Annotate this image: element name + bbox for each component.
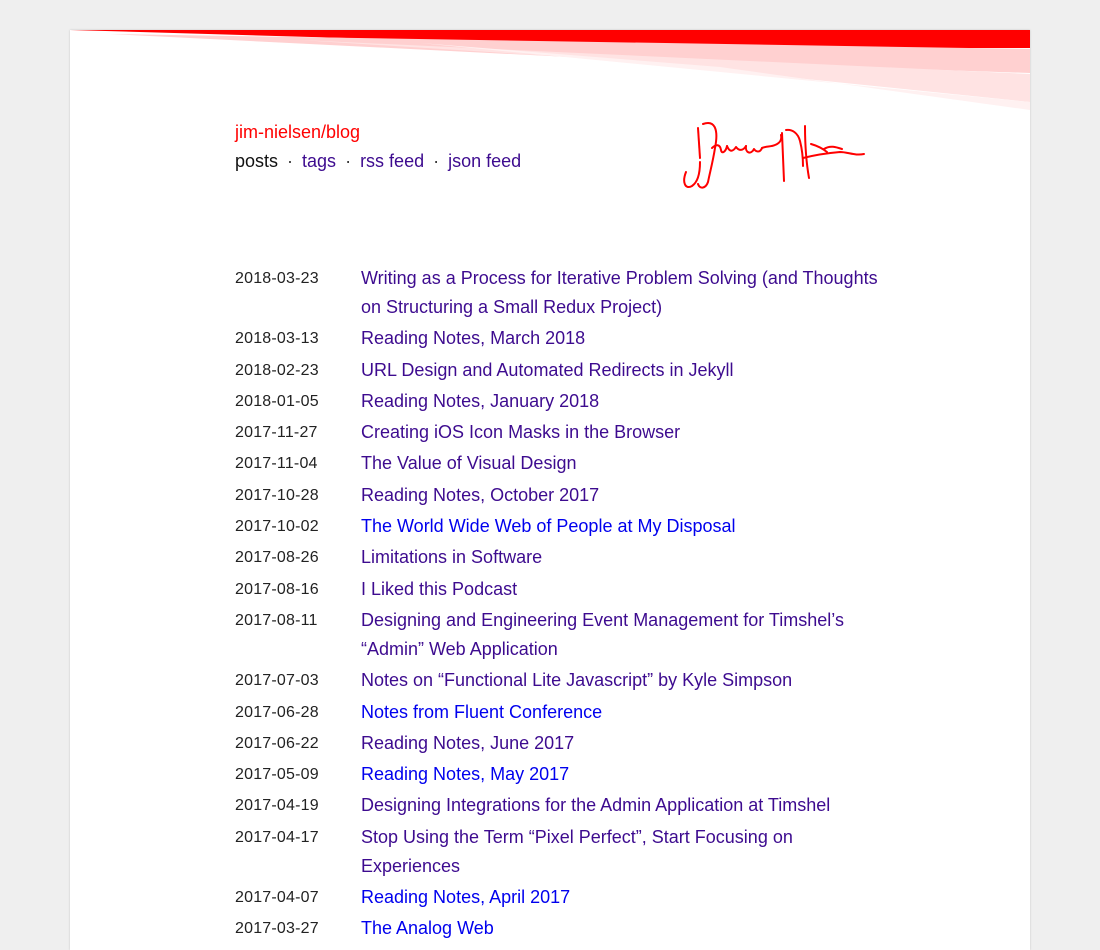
post-title-link[interactable]: URL Design and Automated Redirects in Je… (361, 356, 734, 385)
post-list-item: 2018-02-23 URL Design and Automated Redir… (235, 356, 885, 385)
post-list-item: 2017-11-04 The Value of Visual Design (235, 449, 885, 478)
post-date: 2017-06-22 (235, 734, 319, 752)
post-list-item: 2018-03-23 Writing as a Process for Itera… (235, 264, 885, 322)
post-list-item: 2017-08-11 Designing and Engineering Even… (235, 606, 885, 664)
post-date: 2017-05-09 (235, 766, 319, 784)
nav-posts: posts (235, 151, 279, 171)
post-list: 2018-03-23 Writing as a Process for Itera… (235, 264, 885, 946)
handwritten-signature-icon (683, 122, 865, 189)
nav-rss-feed-link[interactable]: rss feed (360, 151, 424, 171)
post-list-item: 2017-06-28 Notes from Fluent Conference (235, 698, 885, 727)
post-list-item: 2017-03-27 The Analog Web (235, 914, 885, 943)
post-date: 2017-08-26 (235, 549, 319, 567)
post-date: 2017-08-11 (235, 611, 318, 629)
nav-separator: · (345, 151, 352, 171)
post-list-item: 2018-01-05 Reading Notes, January 2018 (235, 387, 885, 416)
post-title-link[interactable]: The Value of Visual Design (361, 449, 576, 478)
post-title-link[interactable]: Reading Notes, June 2017 (361, 729, 574, 758)
post-title-link[interactable]: Notes from Fluent Conference (361, 698, 602, 727)
post-title-link[interactable]: Reading Notes, October 2017 (361, 481, 599, 510)
post-list-item: 2017-04-07 Reading Notes, April 2017 (235, 883, 885, 912)
post-date: 2018-03-13 (235, 330, 319, 348)
main-nav: posts · tags · rss feed · json feed (235, 151, 521, 171)
post-list-item: 2017-04-19 Designing Integrations for the… (235, 791, 885, 820)
post-title-link[interactable]: Limitations in Software (361, 543, 542, 572)
post-title-link[interactable]: The Analog Web (361, 914, 494, 943)
post-title-link[interactable]: Notes on “Functional Lite Javascript” by… (361, 666, 792, 695)
post-date: 2017-04-17 (235, 828, 319, 846)
post-title-link[interactable]: The World Wide Web of People at My Dispo… (361, 512, 736, 541)
post-date: 2017-06-28 (235, 703, 319, 721)
post-list-item: 2017-05-09 Reading Notes, May 2017 (235, 760, 885, 789)
post-title-link[interactable]: Designing and Engineering Event Manageme… (361, 606, 885, 664)
nav-separator: · (433, 151, 440, 171)
post-date: 2017-07-03 (235, 672, 319, 690)
post-list-item: 2017-07-03 Notes on “Functional Lite Java… (235, 666, 885, 695)
post-title-link[interactable]: Reading Notes, March 2018 (361, 324, 585, 353)
post-list-item: 2018-03-13 Reading Notes, March 2018 (235, 324, 885, 353)
page-card: jim-nielsen/blog posts · tags · rss feed · jso… (70, 30, 1030, 950)
post-date: 2017-04-07 (235, 889, 319, 907)
post-date: 2017-08-16 (235, 580, 319, 598)
post-title-link[interactable]: Designing Integrations for the Admin App… (361, 791, 830, 820)
post-date: 2017-10-28 (235, 486, 319, 504)
post-list-item: 2017-11-27 Creating iOS Icon Masks in the… (235, 418, 885, 447)
nav-separator: · (287, 151, 294, 171)
post-title-link[interactable]: Reading Notes, April 2017 (361, 883, 570, 912)
post-date: 2017-03-27 (235, 920, 319, 938)
post-title-link[interactable]: Reading Notes, May 2017 (361, 760, 569, 789)
post-date: 2017-11-04 (235, 455, 318, 473)
post-date: 2017-10-02 (235, 518, 319, 536)
post-list-item: 2017-08-26 Limitations in Software (235, 543, 885, 572)
nav-tags-link[interactable]: tags (302, 151, 336, 171)
post-list-item: 2017-10-28 Reading Notes, October 2017 (235, 481, 885, 510)
post-title-link[interactable]: Reading Notes, January 2018 (361, 387, 599, 416)
post-date: 2017-11-27 (235, 424, 318, 442)
post-title-link[interactable]: Creating iOS Icon Masks in the Browser (361, 418, 680, 447)
post-list-item: 2017-08-16 I Liked this Podcast (235, 575, 885, 604)
brand-link[interactable]: jim-nielsen/blog (235, 122, 360, 142)
post-list-item: 2017-04-17 Stop Using the Term “Pixel Per… (235, 823, 885, 881)
post-list-item: 2017-06-22 Reading Notes, June 2017 (235, 729, 885, 758)
post-title-link[interactable]: Stop Using the Term “Pixel Perfect”, Sta… (361, 823, 885, 881)
post-date: 2018-03-23 (235, 270, 319, 287)
post-date: 2017-04-19 (235, 797, 319, 815)
post-date: 2018-02-23 (235, 361, 319, 379)
top-banner-decoration (70, 30, 1030, 110)
nav-json-feed-link[interactable]: json feed (448, 151, 521, 171)
post-title-link[interactable]: I Liked this Podcast (361, 575, 517, 604)
post-date: 2018-01-05 (235, 392, 319, 410)
post-title-link[interactable]: Writing as a Process for Iterative Probl… (361, 264, 885, 322)
post-list-item: 2017-10-02 The World Wide Web of People a… (235, 512, 885, 541)
